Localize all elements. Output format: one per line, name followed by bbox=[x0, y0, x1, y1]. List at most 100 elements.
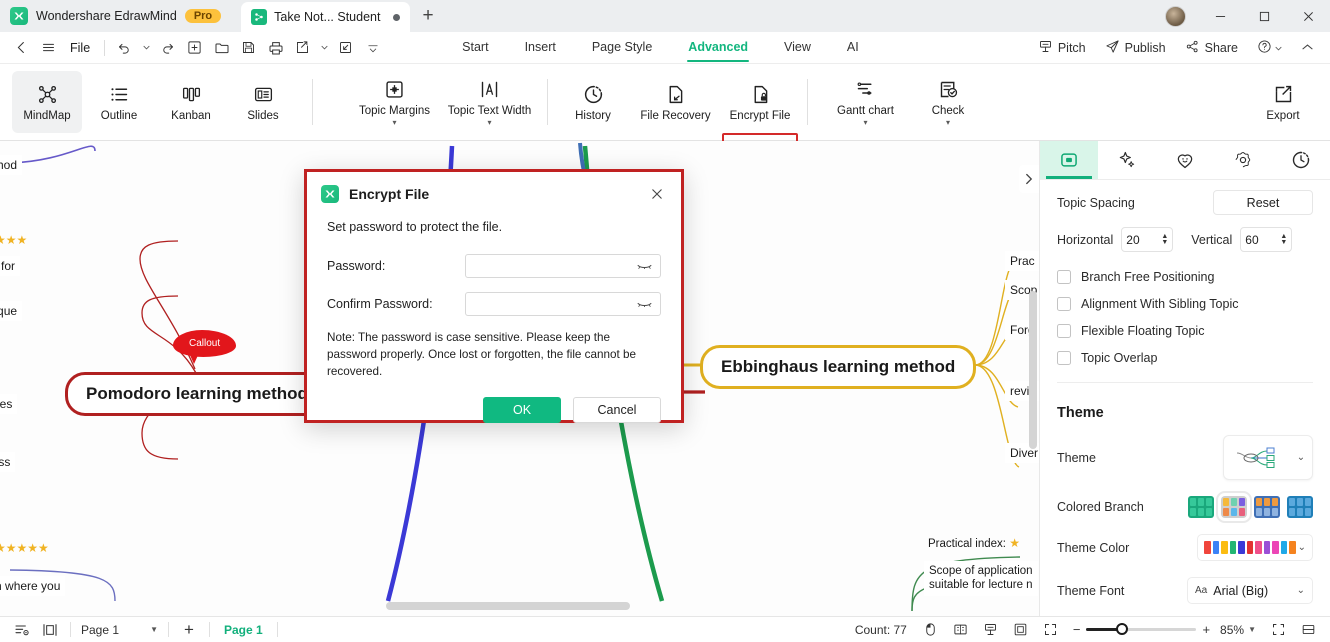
chevron-down-icon[interactable]: ▾ bbox=[863, 118, 867, 127]
panel-collapse-button[interactable] bbox=[1019, 165, 1039, 193]
chevron-down-icon[interactable]: ⌄ bbox=[1298, 542, 1306, 553]
tab-insert[interactable]: Insert bbox=[509, 32, 572, 63]
chevron-down-icon[interactable]: ▾ bbox=[487, 118, 491, 127]
tab-ai[interactable]: AI bbox=[831, 32, 875, 63]
ribbon-topic-margins-button[interactable]: Topic Margins ▾ bbox=[347, 71, 442, 133]
panel-tab-settings[interactable] bbox=[1214, 141, 1272, 179]
publish-button[interactable]: Publish bbox=[1097, 35, 1174, 61]
chevron-down-icon[interactable]: ▾ bbox=[392, 118, 396, 127]
toggle-password-visibility-icon[interactable] bbox=[637, 259, 652, 273]
document-tab[interactable]: Take Not... Student bbox=[241, 2, 411, 32]
zoom-level-value[interactable]: 85% bbox=[1220, 623, 1244, 637]
checkbox-box[interactable] bbox=[1057, 351, 1071, 366]
checkbox-flexible-floating-topic[interactable]: Flexible Floating Topic bbox=[1057, 324, 1313, 339]
menu-hamburger-icon[interactable] bbox=[35, 35, 62, 61]
checkbox-box[interactable] bbox=[1057, 324, 1071, 339]
cancel-button[interactable]: Cancel bbox=[573, 396, 661, 423]
active-page-tab[interactable]: Page 1 bbox=[216, 623, 271, 637]
canvas-node-clipped[interactable]: Prac bbox=[1005, 251, 1039, 271]
add-page-button[interactable]: + bbox=[175, 618, 203, 642]
chevron-down-icon[interactable]: ⌄ bbox=[1297, 452, 1305, 463]
vertical-spacing-stepper[interactable]: 60 ▲ ▼ bbox=[1240, 227, 1293, 253]
side-pane-icon[interactable] bbox=[36, 618, 64, 642]
help-button[interactable] bbox=[1249, 35, 1290, 61]
ok-button[interactable]: OK bbox=[483, 396, 561, 423]
password-input[interactable] bbox=[465, 254, 661, 278]
ribbon-slides-button[interactable]: Slides bbox=[228, 71, 298, 133]
undo-icon[interactable] bbox=[111, 35, 138, 61]
canvas-vertical-scrollbar[interactable] bbox=[1029, 291, 1037, 449]
presentation-view-icon[interactable] bbox=[977, 618, 1005, 642]
chevron-down-icon[interactable]: ▼ bbox=[1248, 625, 1256, 634]
canvas-node-clipped[interactable]: method bbox=[0, 155, 23, 175]
zoom-track[interactable] bbox=[1086, 623, 1197, 635]
panel-tab-icon[interactable] bbox=[1156, 141, 1214, 179]
export-caret-icon[interactable] bbox=[316, 35, 332, 61]
undo-caret-icon[interactable] bbox=[138, 35, 154, 61]
redo-icon[interactable] bbox=[154, 35, 181, 61]
maximize-button[interactable] bbox=[1242, 0, 1286, 32]
ribbon-mindmap-button[interactable]: MindMap bbox=[12, 71, 82, 133]
ribbon-check-button[interactable]: Check ▾ bbox=[913, 71, 983, 133]
ribbon-export-button[interactable]: Export bbox=[1248, 71, 1318, 133]
stepper-arrows-icon[interactable]: ▲ ▼ bbox=[1280, 233, 1287, 246]
ribbon-topic-text-width-button[interactable]: Topic Text Width ▾ bbox=[442, 71, 537, 133]
horizontal-spacing-stepper[interactable]: 20 ▲ ▼ bbox=[1121, 227, 1174, 253]
ribbon-encrypt-file-button[interactable]: Encrypt File bbox=[723, 71, 797, 133]
zoom-out-button[interactable]: − bbox=[1073, 622, 1081, 637]
fullscreen-icon[interactable] bbox=[1037, 618, 1065, 642]
page-selector[interactable]: Page 1 ▼ bbox=[77, 623, 162, 637]
more-options-icon[interactable] bbox=[359, 35, 386, 61]
dialog-close-button[interactable] bbox=[647, 184, 667, 204]
branch-swatch-multicolor[interactable] bbox=[1216, 491, 1252, 523]
open-folder-icon[interactable] bbox=[208, 35, 235, 61]
chevron-down-icon[interactable]: ⌄ bbox=[1297, 585, 1305, 596]
checkbox-box[interactable] bbox=[1057, 297, 1071, 312]
ribbon-kanban-button[interactable]: Kanban bbox=[156, 71, 226, 133]
canvas-node-clipped[interactable]: able for bbox=[0, 256, 21, 276]
close-button[interactable] bbox=[1286, 0, 1330, 32]
minimize-button[interactable] bbox=[1198, 0, 1242, 32]
panel-tab-history[interactable] bbox=[1272, 141, 1330, 179]
new-tab-button[interactable]: + bbox=[410, 2, 443, 32]
reset-button[interactable]: Reset bbox=[1213, 190, 1313, 216]
canvas-node-clipped[interactable]: chnique bbox=[0, 301, 23, 321]
chevron-down-icon[interactable]: ▼ bbox=[150, 625, 158, 634]
canvas-node-clipped[interactable]: nciples bbox=[0, 394, 18, 414]
export-share-icon[interactable] bbox=[289, 35, 316, 61]
tab-start[interactable]: Start bbox=[446, 32, 504, 63]
pitch-button[interactable]: Pitch bbox=[1030, 35, 1094, 61]
canvas-node-clipped[interactable]: rocess bbox=[0, 452, 16, 472]
toggle-password-visibility-icon[interactable] bbox=[637, 297, 652, 311]
user-avatar[interactable] bbox=[1165, 5, 1186, 27]
share-button[interactable]: Share bbox=[1177, 35, 1246, 61]
theme-font-select[interactable]: Aa Arial (Big) ⌄ bbox=[1187, 577, 1313, 604]
mouse-mode-icon[interactable] bbox=[917, 618, 945, 642]
save-icon[interactable] bbox=[235, 35, 262, 61]
checkbox-alignment-with-sibling-topic[interactable]: Alignment With Sibling Topic bbox=[1057, 297, 1313, 312]
theme-preview-button[interactable]: ⌄ bbox=[1223, 435, 1313, 480]
checkbox-branch-free-positioning[interactable]: Branch Free Positioning bbox=[1057, 270, 1313, 285]
branch-swatch-blue[interactable] bbox=[1287, 496, 1313, 518]
tab-page-style[interactable]: Page Style bbox=[576, 32, 668, 63]
checkbox-topic-overlap[interactable]: Topic Overlap bbox=[1057, 351, 1313, 366]
panel-tab-layout[interactable] bbox=[1040, 141, 1098, 180]
split-view-icon[interactable] bbox=[1294, 618, 1322, 642]
tab-advanced[interactable]: Advanced bbox=[672, 32, 764, 63]
ribbon-file-recovery-button[interactable]: File Recovery bbox=[628, 71, 723, 133]
ribbon-history-button[interactable]: History bbox=[558, 71, 628, 133]
import-icon[interactable] bbox=[332, 35, 359, 61]
scope-of-application-node[interactable]: Scope of application suitable for lectur… bbox=[924, 561, 1038, 596]
collapse-ribbon-button[interactable] bbox=[1293, 35, 1322, 61]
fit-to-window-icon[interactable] bbox=[1264, 618, 1292, 642]
ribbon-outline-button[interactable]: Outline bbox=[84, 71, 154, 133]
file-menu[interactable]: File bbox=[62, 41, 98, 55]
canvas-node-clipped[interactable]: casion where you bbox=[0, 576, 66, 596]
print-icon[interactable] bbox=[262, 35, 289, 61]
node-pomodoro-learning-method[interactable]: Pomodoro learning method bbox=[65, 372, 329, 416]
node-ebbinghaus-learning-method[interactable]: Ebbinghaus learning method bbox=[700, 345, 977, 389]
zoom-slider[interactable]: − + bbox=[1073, 622, 1210, 637]
outline-view-icon[interactable] bbox=[8, 618, 36, 642]
new-file-icon[interactable] bbox=[181, 35, 208, 61]
tab-view[interactable]: View bbox=[768, 32, 827, 63]
